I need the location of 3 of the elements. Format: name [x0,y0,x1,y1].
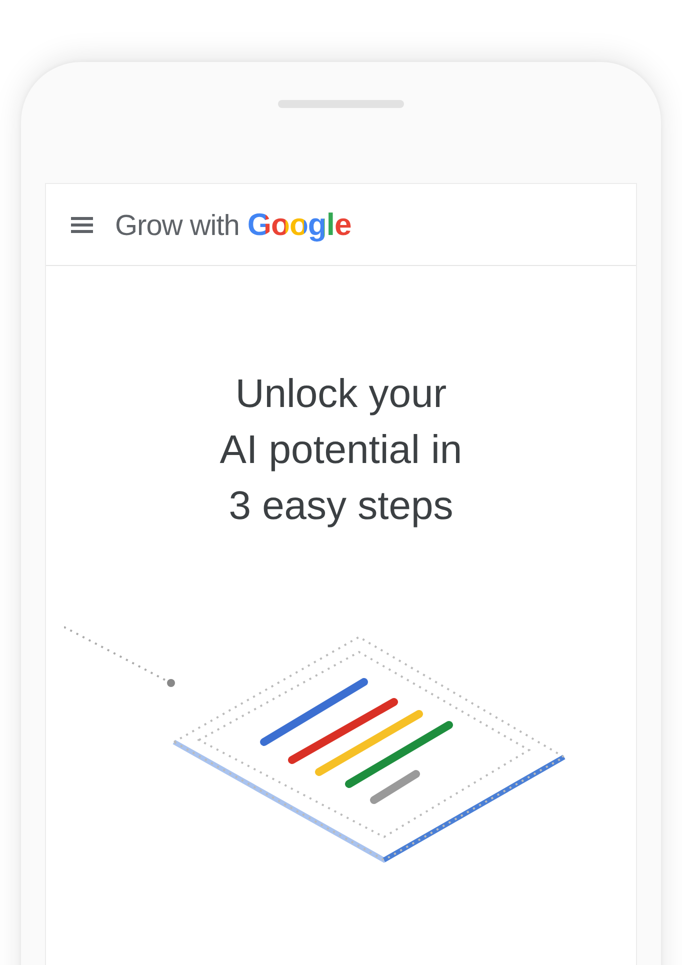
hero-title: Unlock your AI potential in 3 easy steps [218,371,464,530]
menu-icon[interactable] [71,216,93,232]
brand-prefix: Grow with [115,210,240,242]
